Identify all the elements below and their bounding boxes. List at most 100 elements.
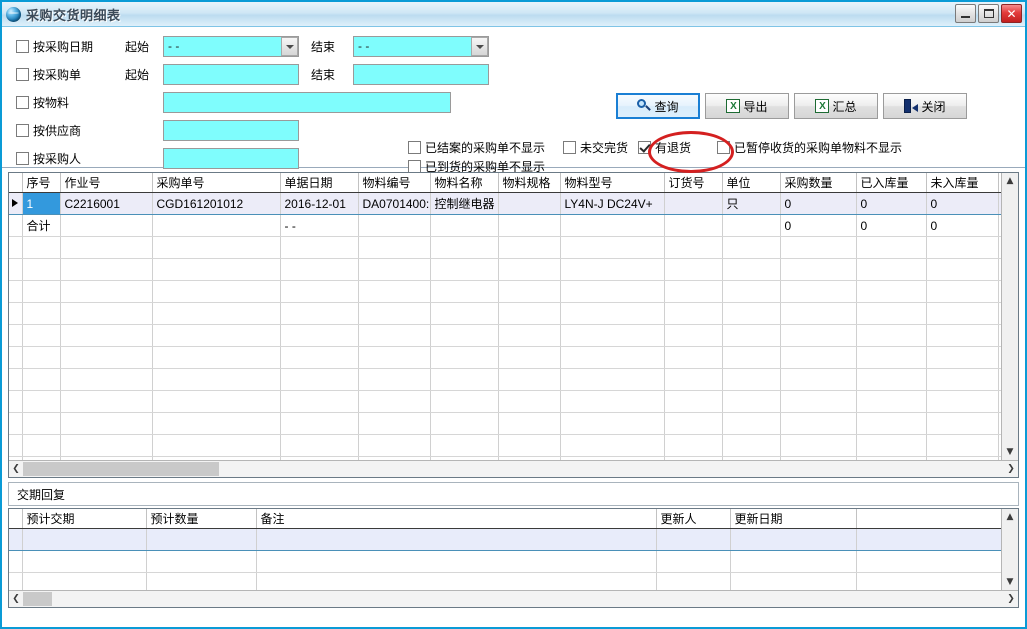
table-cell-empty[interactable] — [722, 435, 780, 457]
table-cell-empty[interactable] — [926, 303, 998, 325]
table-cell[interactable] — [256, 529, 656, 551]
table-cell-empty[interactable] — [926, 435, 998, 457]
table-cell-empty[interactable] — [152, 435, 280, 457]
table-cell-empty[interactable] — [498, 435, 560, 457]
table-cell-empty[interactable] — [430, 347, 498, 369]
chevron-down-icon[interactable] — [281, 37, 298, 56]
table-cell-empty[interactable] — [856, 413, 926, 435]
table-cell-empty[interactable] — [22, 303, 60, 325]
reply-grid-column-header[interactable]: 更新日期 — [730, 509, 856, 529]
reply-grid-column-header[interactable]: 预计交期 — [22, 509, 146, 529]
table-cell[interactable]: 0 — [856, 215, 926, 237]
table-cell-empty[interactable] — [664, 237, 722, 259]
table-cell-empty[interactable] — [280, 325, 358, 347]
table-cell-empty[interactable] — [780, 413, 856, 435]
table-cell-empty[interactable] — [358, 325, 430, 347]
close-button[interactable]: ✕ — [1001, 4, 1022, 23]
table-cell-empty[interactable] — [926, 259, 998, 281]
purchase-date-end-combo[interactable] — [353, 36, 489, 57]
main-grid-column-header[interactable]: 采购数量 — [780, 173, 856, 193]
chevron-down-icon[interactable] — [471, 37, 488, 56]
scroll-down-icon[interactable]: ▼ — [1002, 444, 1018, 460]
table-cell-empty[interactable] — [430, 303, 498, 325]
table-cell[interactable]: 合计 — [22, 215, 60, 237]
table-cell[interactable] — [498, 193, 560, 215]
table-cell-empty[interactable] — [498, 413, 560, 435]
table-cell[interactable] — [656, 551, 730, 573]
table-cell-empty[interactable] — [152, 259, 280, 281]
table-cell-empty[interactable] — [60, 237, 152, 259]
purchase-date-start-combo[interactable] — [163, 36, 299, 57]
table-cell-empty[interactable] — [280, 281, 358, 303]
main-grid-column-header[interactable]: 物料名称 — [430, 173, 498, 193]
reply-grid-column-header[interactable]: 更新人 — [656, 509, 730, 529]
table-cell-empty[interactable] — [430, 391, 498, 413]
table-cell[interactable] — [146, 529, 256, 551]
main-grid-column-header[interactable]: 单位 — [722, 173, 780, 193]
table-cell[interactable]: C2216001 — [60, 193, 152, 215]
table-cell-empty[interactable] — [664, 347, 722, 369]
table-cell-empty[interactable] — [60, 259, 152, 281]
table-cell-empty[interactable] — [856, 391, 926, 413]
table-cell-empty[interactable] — [358, 347, 430, 369]
table-cell-empty[interactable] — [722, 259, 780, 281]
main-grid-column-header[interactable]: 序号 — [22, 173, 60, 193]
maximize-button[interactable] — [978, 4, 999, 23]
table-cell-empty[interactable] — [358, 237, 430, 259]
table-row[interactable] — [9, 551, 1006, 573]
main-grid-column-header[interactable]: 已入库量 — [856, 173, 926, 193]
checkbox-hide-suspended[interactable] — [717, 141, 730, 154]
main-grid-column-header[interactable]: 物料型号 — [560, 173, 664, 193]
table-cell-empty[interactable] — [780, 369, 856, 391]
table-cell-empty[interactable] — [780, 237, 856, 259]
table-cell[interactable] — [856, 551, 1006, 573]
purchase-date-start-input[interactable] — [163, 36, 299, 57]
reply-grid-vertical-scrollbar[interactable]: ▲ ▼ — [1001, 509, 1018, 590]
scroll-up-icon[interactable]: ▲ — [1002, 173, 1018, 189]
table-cell[interactable]: 0 — [926, 215, 998, 237]
table-row-empty[interactable] — [9, 435, 1019, 457]
table-cell-empty[interactable] — [856, 369, 926, 391]
table-cell-empty[interactable] — [498, 391, 560, 413]
table-cell-empty[interactable] — [498, 325, 560, 347]
hscroll-thumb[interactable] — [23, 462, 219, 476]
table-cell-empty[interactable] — [722, 391, 780, 413]
table-cell-empty[interactable] — [22, 391, 60, 413]
table-cell[interactable]: LY4N-J DC24V+ — [560, 193, 664, 215]
supplier-input[interactable] — [163, 120, 299, 141]
table-cell-empty[interactable] — [430, 369, 498, 391]
table-cell-empty[interactable] — [780, 259, 856, 281]
table-cell-empty[interactable] — [498, 237, 560, 259]
hscroll-track[interactable] — [23, 592, 1004, 606]
table-cell-empty[interactable] — [722, 325, 780, 347]
main-grid-column-header[interactable]: 作业号 — [60, 173, 152, 193]
hscroll-track[interactable] — [23, 462, 1004, 476]
table-cell-empty[interactable] — [560, 435, 664, 457]
table-cell-empty[interactable] — [926, 369, 998, 391]
reply-grid-horizontal-scrollbar[interactable]: ❮ ❯ — [9, 590, 1018, 607]
table-row-empty[interactable] — [9, 369, 1019, 391]
table-cell-empty[interactable] — [722, 369, 780, 391]
table-cell-empty[interactable] — [498, 347, 560, 369]
table-cell-empty[interactable] — [22, 259, 60, 281]
table-cell-empty[interactable] — [664, 281, 722, 303]
table-cell-empty[interactable] — [22, 369, 60, 391]
table-cell-empty[interactable] — [280, 237, 358, 259]
table-cell-empty[interactable] — [358, 259, 430, 281]
table-cell[interactable]: 0 — [780, 193, 856, 215]
table-cell-empty[interactable] — [560, 259, 664, 281]
scroll-right-icon[interactable]: ❯ — [1004, 594, 1018, 604]
table-cell-empty[interactable] — [926, 237, 998, 259]
table-cell-empty[interactable] — [280, 391, 358, 413]
hscroll-thumb[interactable] — [23, 592, 52, 606]
table-cell-empty[interactable] — [22, 325, 60, 347]
table-cell-empty[interactable] — [280, 347, 358, 369]
table-cell[interactable] — [664, 215, 722, 237]
table-cell-empty[interactable] — [560, 237, 664, 259]
table-cell-empty[interactable] — [926, 325, 998, 347]
close-action-button[interactable]: 关闭 — [883, 93, 967, 119]
table-cell-empty[interactable] — [856, 259, 926, 281]
table-cell-empty[interactable] — [430, 325, 498, 347]
table-cell-empty[interactable] — [60, 369, 152, 391]
purchase-order-end-input[interactable] — [353, 64, 489, 85]
